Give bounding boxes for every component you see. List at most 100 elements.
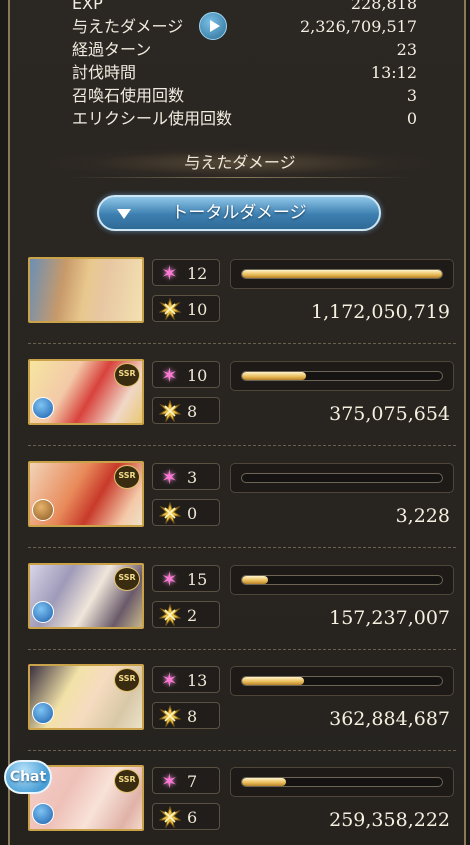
- attack-count: 8: [187, 402, 198, 421]
- character-portrait[interactable]: [28, 257, 144, 323]
- element-icon: [32, 803, 54, 825]
- rarity-badge: SSR: [114, 363, 140, 387]
- damage-bar-fill: [242, 576, 268, 584]
- damage-type-dropdown[interactable]: トータルダメージ: [97, 195, 381, 231]
- sparkle-icon: ✶: [161, 363, 178, 387]
- damage-bar-track: [241, 473, 443, 483]
- element-icon: [32, 702, 54, 724]
- damage-bar: [230, 565, 454, 595]
- sparkle-icon: ✶: [161, 668, 178, 692]
- character-portrait[interactable]: SSR: [28, 461, 144, 527]
- row-divider: [28, 445, 456, 446]
- burst-icon: [159, 298, 181, 320]
- attack-count: 0: [187, 504, 198, 523]
- attack-count-box: 8: [152, 397, 220, 424]
- character-row: SSR ✶ 7 6 259,358,222: [28, 765, 456, 831]
- rarity-badge: SSR: [114, 668, 140, 692]
- skill-count: 15: [187, 570, 208, 589]
- row-divider: [28, 343, 456, 344]
- damage-bar: [230, 463, 454, 493]
- sparkle-icon: ✶: [161, 769, 178, 793]
- damage-bar-track: [241, 676, 443, 686]
- summary-value: 0: [406, 109, 417, 128]
- skill-count: 3: [187, 468, 198, 487]
- attack-count-box: 6: [152, 803, 220, 830]
- damage-bar-fill: [242, 372, 306, 380]
- damage-bar-fill: [242, 270, 442, 278]
- dropdown-label: トータルダメージ: [171, 203, 307, 223]
- damage-value: 362,884,687: [329, 708, 450, 730]
- attack-count-box: 0: [152, 499, 220, 526]
- skill-count-box: ✶ 15: [152, 565, 220, 592]
- sparkle-icon: ✶: [161, 465, 178, 489]
- burst-icon: [159, 604, 181, 626]
- element-icon: [32, 601, 54, 623]
- character-row: SSR ✶ 10 8 375,075,654: [28, 359, 456, 446]
- summary-row-exp: EXP 228,818: [72, 0, 417, 15]
- summary-label: 召喚石使用回数: [72, 86, 185, 105]
- character-row: SSR ✶ 15 2 157,237,007: [28, 563, 456, 650]
- attack-count-box: 8: [152, 702, 220, 729]
- right-edge: [466, 0, 470, 845]
- results-panel: EXP 228,818 与えたダメージ 2,326,709,517 経過ターン …: [8, 0, 466, 845]
- summary-value: 2,326,709,517: [299, 17, 417, 36]
- skill-count-box: ✶ 10: [152, 361, 220, 388]
- chat-button[interactable]: Chat: [4, 760, 52, 794]
- damage-bar-track: [241, 269, 443, 279]
- summary-value: 228,818: [350, 0, 417, 13]
- summary-row-time: 討伐時間 13:12: [72, 61, 417, 84]
- row-divider: [28, 649, 456, 650]
- row-divider: [28, 547, 456, 548]
- attack-count-box: 10: [152, 295, 220, 322]
- damage-bar-track: [241, 371, 443, 381]
- attack-count: 8: [187, 707, 198, 726]
- character-row: SSR ✶ 3 0 3,228: [28, 461, 456, 548]
- burst-icon: [159, 806, 181, 828]
- character-portrait[interactable]: SSR: [28, 664, 144, 730]
- left-edge: [0, 0, 8, 845]
- damage-bar: [230, 767, 454, 797]
- damage-bar-fill: [242, 677, 304, 685]
- character-portrait[interactable]: SSR: [28, 359, 144, 425]
- play-icon[interactable]: [199, 12, 227, 40]
- skill-count: 12: [187, 264, 208, 283]
- skill-count: 13: [187, 671, 208, 690]
- damage-value: 3,228: [395, 505, 450, 527]
- character-portrait[interactable]: SSR: [28, 563, 144, 629]
- skill-count: 7: [187, 772, 198, 791]
- summary-label: 与えたダメージ: [72, 17, 184, 36]
- summary-label: 経過ターン: [72, 40, 152, 59]
- damage-value: 157,237,007: [329, 607, 450, 629]
- summary-label: EXP: [72, 0, 103, 13]
- damage-bar-fill: [242, 778, 286, 786]
- damage-bar-track: [241, 777, 443, 787]
- sparkle-icon: ✶: [161, 261, 178, 285]
- skill-count-box: ✶ 13: [152, 666, 220, 693]
- damage-value: 259,358,222: [329, 809, 450, 831]
- summary-row-elixirs: エリクシール使用回数 0: [72, 107, 417, 130]
- attack-count: 2: [187, 606, 198, 625]
- damage-value: 375,075,654: [329, 403, 450, 425]
- skill-count-box: ✶ 12: [152, 259, 220, 286]
- attack-count: 10: [187, 300, 208, 319]
- summary-label: エリクシール使用回数: [72, 109, 233, 128]
- damage-value: 1,172,050,719: [310, 301, 450, 323]
- summary-label: 討伐時間: [72, 63, 137, 82]
- damage-bar: [230, 666, 454, 696]
- element-icon: [32, 397, 54, 419]
- summary-row-summons: 召喚石使用回数 3: [72, 84, 417, 107]
- section-title: 与えたダメージ: [50, 148, 430, 178]
- rarity-badge: SSR: [114, 465, 140, 489]
- burst-icon: [159, 400, 181, 422]
- rarity-badge: SSR: [114, 567, 140, 591]
- element-icon: [32, 499, 54, 521]
- sparkle-icon: ✶: [161, 567, 178, 591]
- burst-icon: [159, 705, 181, 727]
- summary-value: 3: [406, 86, 417, 105]
- row-divider: [28, 750, 456, 751]
- summary-row-turns: 経過ターン 23: [72, 38, 417, 61]
- character-row: SSR ✶ 13 8 362,884,687: [28, 664, 456, 751]
- skill-count-box: ✶ 3: [152, 463, 220, 490]
- attack-count-box: 2: [152, 601, 220, 628]
- character-row: ✶ 12 10 1,172,050,719: [28, 257, 456, 344]
